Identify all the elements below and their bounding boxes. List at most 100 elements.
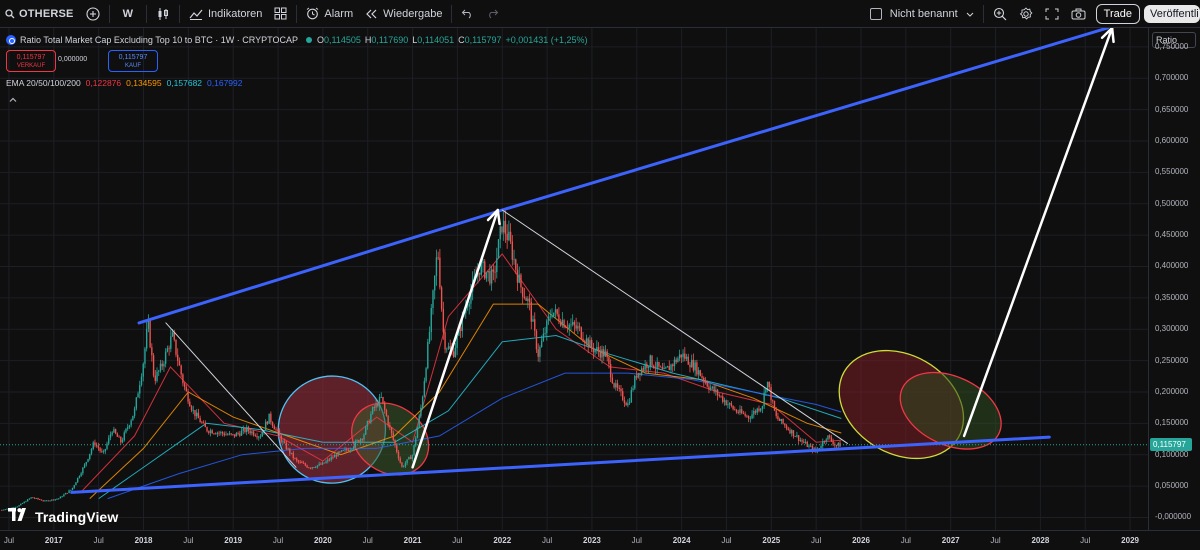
candle-body [544,333,546,334]
candle-body [208,431,210,433]
alarm-clock-icon [306,7,319,20]
ema-legend[interactable]: EMA 20/50/100/200 0,122876 0,134595 0,15… [6,78,247,88]
candle-body [437,257,439,259]
candle-body [20,503,22,506]
candle-body [673,359,676,367]
candle-body [825,439,827,442]
candle-body [447,346,450,349]
candle-body [534,319,536,331]
candle-body [685,356,688,359]
candle-body [684,353,686,359]
candle-body [201,422,203,424]
interval-button[interactable]: W [113,0,143,28]
candle-body [620,388,622,392]
layouts-button[interactable] [268,0,293,28]
candle-body [180,365,182,375]
candle-body [397,451,400,459]
candle-body [116,433,119,437]
candle-body [810,445,812,447]
candle-body [289,448,291,454]
redo-button[interactable] [480,0,505,28]
candle-body [792,430,795,437]
fullscreen-button[interactable] [1039,0,1065,28]
candle-body [570,324,572,326]
chart-canvas[interactable] [0,28,1148,530]
candle-body [58,498,60,500]
candle-body [697,370,700,375]
indicators-button[interactable]: Indikatoren [183,0,268,28]
collapse-chevron-icon[interactable] [8,92,18,102]
time-tick-label: 2019 [224,536,243,545]
candle-body [223,433,225,436]
settings-button[interactable] [1013,0,1039,28]
candle-body [634,376,636,389]
candle-body [356,440,358,442]
candle-body [214,433,217,435]
candle-body [195,412,198,417]
candle-body [547,316,550,321]
candle-body [521,287,524,297]
candle-body [554,309,557,313]
candle-body [622,391,624,400]
replay-button[interactable]: Wiedergabe [359,0,448,28]
candle-body [406,459,408,464]
candle-body [177,354,179,361]
series-title[interactable]: Ratio Total Market Cap Excluding Top 10 … [20,35,298,45]
snapshot-button[interactable] [1065,0,1092,28]
buy-button[interactable]: 0,115797 KAUF [108,50,158,72]
candle-body [402,466,405,468]
trade-button[interactable]: Trade [1095,4,1140,24]
layout-checkbox[interactable] [869,8,882,20]
candle-body [45,500,48,502]
candle-body [135,397,138,409]
candle-body [78,476,81,478]
candle-body [606,351,608,358]
candle-body [123,432,125,441]
candle-body [439,257,441,288]
candle-body [145,328,148,349]
candle-body [575,325,577,329]
toolbar-divider [451,4,453,23]
alert-button[interactable]: Alarm [300,0,359,28]
gear-icon [1019,7,1033,21]
candle-body [140,376,143,385]
symbol-search-button[interactable]: OTHERSE [0,0,80,28]
undo-button[interactable] [455,0,480,28]
compare-button[interactable] [80,0,106,28]
candle-body [240,430,243,436]
candle-body [663,367,665,370]
candle-body [202,422,205,424]
candle-body [233,434,236,437]
layout-name-label: Nicht benannt [889,8,958,20]
price-tick-label: 0,200000 [1155,386,1189,396]
candle-body [54,499,56,501]
chart-pane[interactable] [0,28,1148,530]
candle-body [427,341,429,369]
sell-label: VERKAUF [16,63,46,69]
publish-button[interactable]: Veröffentli [1144,5,1200,23]
candle-body [546,320,548,334]
candle-body [768,381,771,388]
candle-body [185,387,188,392]
candle-style-button[interactable] [150,0,176,28]
candle-body [213,433,215,435]
grid-layout-icon [274,7,287,20]
candle-body [478,272,481,275]
candle-body [70,489,72,491]
candle-body [404,463,407,467]
layout-name-button[interactable]: Nicht benannt [864,0,980,28]
candle-body [701,376,703,378]
candle-body [294,457,296,459]
candle-body [485,272,488,279]
candlestick-icon [156,7,170,21]
quick-search-button[interactable] [987,0,1013,28]
time-tick-label: Jul [541,536,553,545]
candle-body [275,429,277,431]
candle-body [183,383,186,388]
candle-body [277,429,279,431]
candle-body [773,400,776,411]
tradingview-wordmark: TradingView [35,509,119,525]
candle-body [368,421,370,423]
candle-body [744,413,746,416]
sell-button[interactable]: 0,115797 VERKAUF [6,50,56,72]
